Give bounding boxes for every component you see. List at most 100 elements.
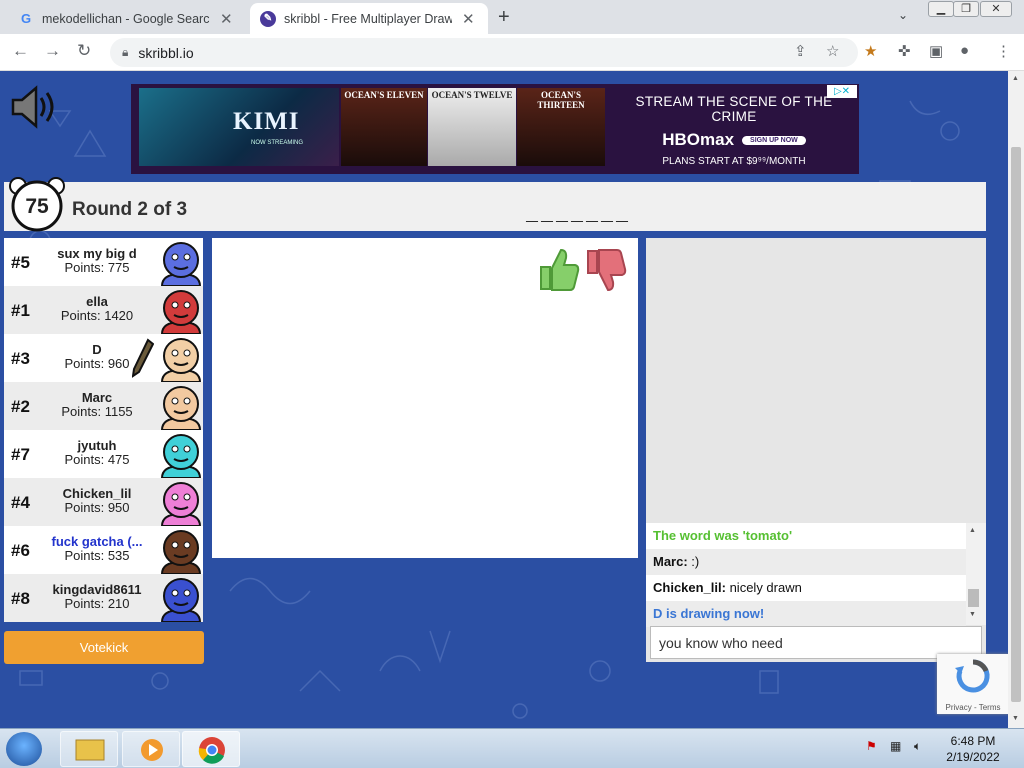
back-arrow-icon[interactable]: ← xyxy=(12,41,29,61)
tab-search-icon[interactable]: ⌄ xyxy=(898,8,908,22)
player-row[interactable]: #7 jyutuh Points: 475 xyxy=(4,430,203,478)
close-tab-icon[interactable]: ✕ xyxy=(462,10,475,28)
chat-text: :) xyxy=(687,554,700,569)
ad-poster-oceans-thirteen: OCEAN'S THIRTEEN xyxy=(517,88,605,166)
restore-button[interactable]: ❐ xyxy=(953,1,979,17)
chat-message: D is drawing now! xyxy=(646,601,966,627)
sound-toggle-icon[interactable] xyxy=(10,85,56,129)
chat-scrollbar[interactable]: ▲ ▼ xyxy=(966,523,986,625)
player-name: jyutuh xyxy=(77,439,117,453)
player-name: fuck gatcha (... xyxy=(51,535,143,549)
tab-strip: G mekodellichan - Google Search ✕ ✎ skri… xyxy=(0,0,1024,34)
close-tab-icon[interactable]: ✕ xyxy=(220,10,233,28)
player-rank: #7 xyxy=(11,445,30,464)
player-avatar-icon xyxy=(160,482,202,526)
player-rank: #4 xyxy=(11,493,30,512)
network-icon[interactable]: ▦ xyxy=(890,739,901,753)
share-icon[interactable]: ⇪ xyxy=(794,42,807,60)
tab-google-search[interactable]: G mekodellichan - Google Search ✕ xyxy=(8,3,248,34)
player-row[interactable]: #5 sux my big d Points: 775 xyxy=(4,238,203,286)
chat-scroll-thumb[interactable] xyxy=(968,589,979,607)
address-bar[interactable]: 🔒︎ skribbl.io xyxy=(110,38,858,67)
ad-signup-button[interactable]: SIGN UP NOW xyxy=(742,136,806,146)
player-row[interactable]: #8 kingdavid8611 Points: 210 xyxy=(4,574,203,622)
page-scroll-thumb[interactable] xyxy=(1011,147,1021,702)
thumbs-up-icon[interactable] xyxy=(537,247,581,293)
player-row[interactable]: #1 ella Points: 1420 xyxy=(4,286,203,334)
reload-icon[interactable]: ↻ xyxy=(77,41,91,61)
hbomax-advertisement[interactable]: KIMI NOW STREAMING OCEAN'S ELEVEN OCEAN'… xyxy=(131,84,859,174)
player-row[interactable]: #3 D Points: 960 xyxy=(4,334,203,382)
player-info: Chicken_lil Points: 950 xyxy=(34,487,160,515)
word-hint: _______ xyxy=(526,204,632,227)
ad-poster-oceans-twelve: OCEAN'S TWELVE xyxy=(428,88,516,166)
thumbs-down-icon[interactable] xyxy=(584,247,628,293)
round-indicator: Round 2 of 3 xyxy=(72,199,188,220)
player-avatar-icon xyxy=(160,242,202,286)
scroll-up-arrow-icon[interactable]: ▲ xyxy=(969,527,976,534)
chat-log[interactable]: The word was 'tomato' Marc: :) Chicken_lil… xyxy=(646,523,986,627)
ad-brand: HBOmax SIGN UP NOW xyxy=(614,130,854,150)
lock-icon: 🔒︎ xyxy=(122,45,129,59)
extensions-puzzle-icon[interactable]: ✜ xyxy=(898,42,911,60)
ad-movie-title: KIMI xyxy=(233,108,300,135)
profile-avatar-icon[interactable]: ● xyxy=(960,42,969,59)
player-points: Points: 950 xyxy=(64,500,130,515)
close-window-button[interactable]: ✕ xyxy=(980,1,1012,17)
chat-text: nicely drawn xyxy=(725,580,802,595)
tab-skribbl[interactable]: ✎ skribbl - Free Multiplayer Drawing ✕ xyxy=(250,3,488,34)
file-explorer-button[interactable] xyxy=(60,731,118,767)
forward-arrow-icon[interactable]: → xyxy=(44,41,61,61)
player-name: ella xyxy=(86,295,108,309)
player-avatar-icon xyxy=(160,434,202,478)
player-rank: #5 xyxy=(11,253,30,272)
ad-headline: STREAM THE SCENE OF THE CRIME xyxy=(635,94,833,124)
browser-toolbar: ← → ↻ 🔒︎ skribbl.io ⇪ ☆ ★ ✜ ▣ ● ⋮ xyxy=(0,34,1024,71)
scroll-down-arrow-icon[interactable]: ▼ xyxy=(1012,715,1019,722)
scroll-down-arrow-icon[interactable]: ▼ xyxy=(969,611,976,618)
google-icon: G xyxy=(20,11,32,26)
action-center-icon[interactable]: ⚑ xyxy=(866,739,877,753)
player-row[interactable]: #2 Marc Points: 1155 xyxy=(4,382,203,430)
drawing-canvas[interactable] xyxy=(212,238,638,558)
extension-star-icon[interactable]: ★ xyxy=(864,42,877,60)
system-clock[interactable]: 6:48 PM 2/19/2022 xyxy=(938,733,1008,765)
player-info: kingdavid8611 Points: 210 xyxy=(34,583,160,611)
windows-taskbar: ⚑ ▦ 🔈︎ 6:48 PM 2/19/2022 xyxy=(0,728,1024,768)
adchoices-icon[interactable]: ▷✕ xyxy=(827,85,857,98)
player-row[interactable]: #4 Chicken_lil Points: 950 xyxy=(4,478,203,526)
chrome-button[interactable] xyxy=(182,731,240,767)
chat-panel: The word was 'tomato' Marc: :) Chicken_lil… xyxy=(646,238,986,662)
ad-price: PLANS START AT $9⁹⁹/MONTH xyxy=(662,156,806,167)
recaptcha-terms[interactable]: Privacy - Terms xyxy=(937,703,1008,712)
player-points: Points: 775 xyxy=(64,260,130,275)
player-info: sux my big d Points: 775 xyxy=(34,247,160,275)
menu-dots-icon[interactable]: ⋮ xyxy=(996,42,1011,60)
skribbl-icon: ✎ xyxy=(260,10,276,27)
side-panel-icon[interactable]: ▣ xyxy=(929,42,943,60)
player-points: Points: 475 xyxy=(64,452,130,467)
player-rank: #2 xyxy=(11,397,30,416)
bookmark-star-icon[interactable]: ☆ xyxy=(826,42,839,60)
chat-author: Marc: xyxy=(653,554,688,569)
player-list: #5 sux my big d Points: 775 #1 ella Points: 1… xyxy=(4,238,203,622)
skribbl-page: KIMI NOW STREAMING OCEAN'S ELEVEN OCEAN'… xyxy=(0,71,1008,728)
player-points: Points: 1420 xyxy=(60,308,134,323)
chat-input[interactable] xyxy=(650,626,982,659)
player-info: Marc Points: 1155 xyxy=(34,391,160,419)
media-player-button[interactable] xyxy=(122,731,180,767)
player-row[interactable]: #6 fuck gatcha (... Points: 535 xyxy=(4,526,203,574)
chat-message: The word was 'tomato' xyxy=(646,523,966,549)
minimize-button[interactable]: ▁ xyxy=(928,1,954,17)
recaptcha-badge[interactable]: Privacy - Terms xyxy=(937,654,1008,714)
start-button[interactable] xyxy=(6,732,42,766)
player-points: Points: 1155 xyxy=(61,404,133,419)
new-tab-button[interactable]: + xyxy=(498,6,510,29)
chat-message: Chicken_lil: nicely drawn xyxy=(646,575,966,601)
chat-text: D is drawing now! xyxy=(653,606,765,621)
volume-icon[interactable]: 🔈︎ xyxy=(914,739,921,754)
votekick-button[interactable]: Votekick xyxy=(4,631,204,664)
scroll-up-arrow-icon[interactable]: ▲ xyxy=(1012,75,1019,82)
page-scrollbar[interactable]: ▲ ▼ xyxy=(1008,71,1024,728)
ad-kimi-panel: KIMI NOW STREAMING xyxy=(139,88,339,166)
